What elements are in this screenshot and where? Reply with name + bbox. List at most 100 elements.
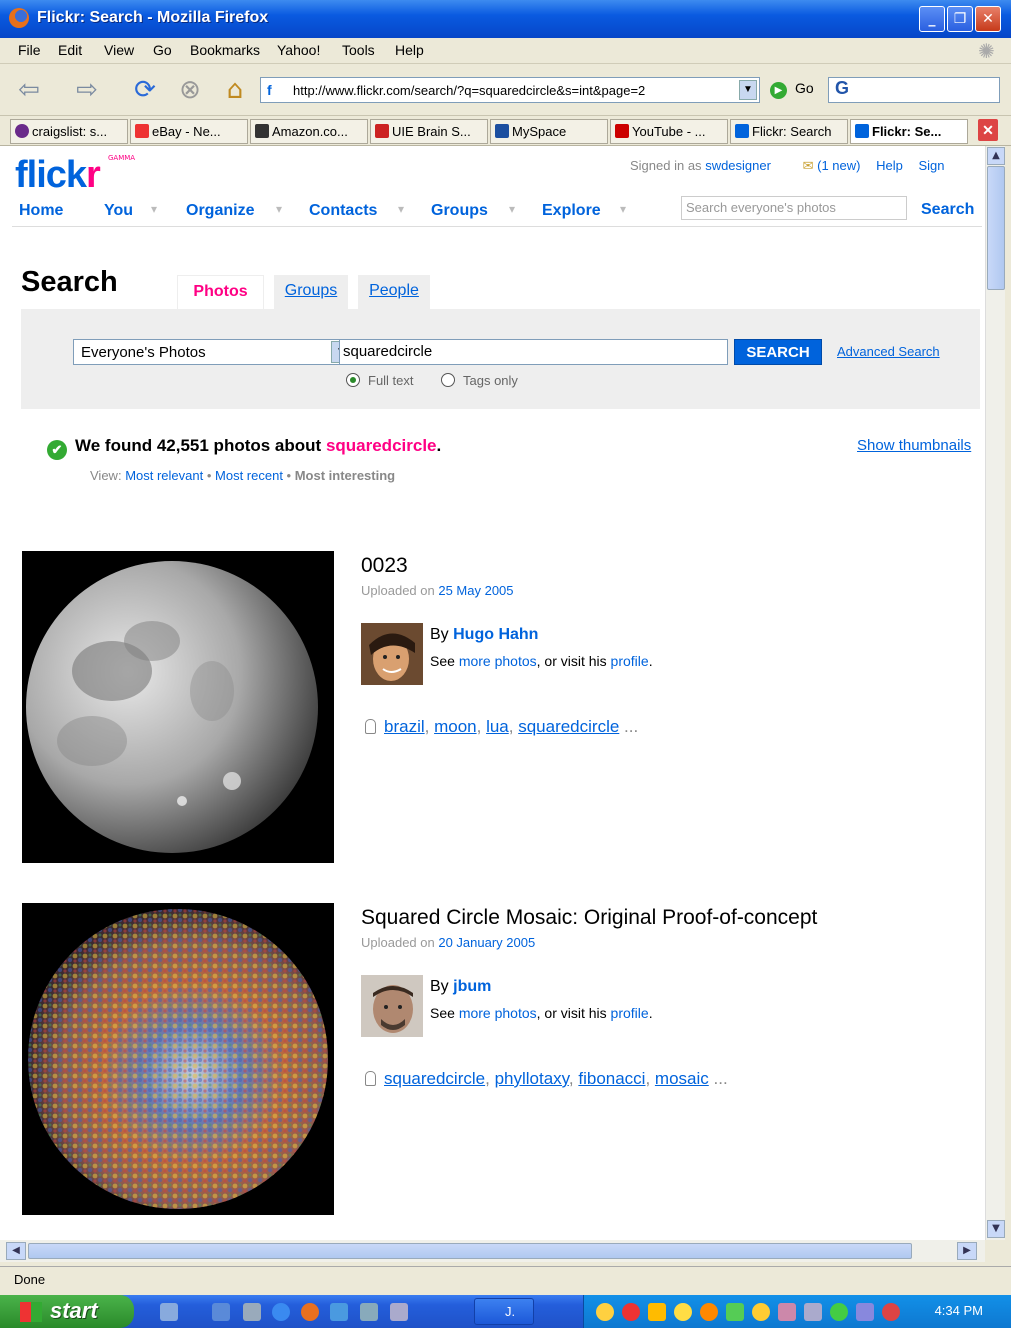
nav-organize[interactable]: Organize <box>186 202 254 220</box>
radio-tags-only[interactable]: Tags only <box>441 373 518 388</box>
tag-link[interactable]: squaredcircle <box>384 1069 485 1088</box>
bookmark-craigslist[interactable]: craigslist: s... <box>10 119 128 144</box>
back-icon[interactable]: ⇦ <box>14 76 44 106</box>
bookmark-youtube[interactable]: YouTube - ... <box>610 119 728 144</box>
reload-icon[interactable]: ⟳ <box>130 76 160 106</box>
flickr-logo[interactable]: flickr <box>15 154 101 197</box>
tray-icon[interactable] <box>726 1303 744 1321</box>
bookmark-uie[interactable]: UIE Brain S... <box>370 119 488 144</box>
horizontal-scrollbar[interactable]: ◀ ▶ <box>0 1240 985 1262</box>
tab-photos[interactable]: Photos <box>177 275 264 309</box>
nav-home[interactable]: Home <box>19 202 63 220</box>
new-mail-link[interactable]: (1 new) <box>817 158 860 173</box>
stop-icon[interactable]: ⊗ <box>175 76 205 106</box>
menu-go[interactable]: Go <box>153 42 172 58</box>
sign-out-link[interactable]: Sign <box>918 158 944 173</box>
profile-link[interactable]: profile <box>611 1005 649 1021</box>
scroll-right-icon[interactable]: ▶ <box>957 1242 977 1260</box>
tag-link[interactable]: fibonacci <box>578 1069 645 1088</box>
bookmark-ebay[interactable]: eBay - Ne... <box>130 119 248 144</box>
tray-icon[interactable] <box>778 1303 796 1321</box>
quicklaunch-icon[interactable] <box>212 1303 230 1321</box>
tag-link[interactable]: lua <box>486 717 509 736</box>
nav-groups[interactable]: Groups <box>431 202 488 220</box>
google-search-box[interactable]: G <box>828 77 1000 103</box>
chevron-down-icon[interactable]: ▾ <box>276 202 282 216</box>
maximize-button[interactable]: ❐ <box>947 6 973 32</box>
tag-link[interactable]: phyllotaxy <box>495 1069 569 1088</box>
menu-view[interactable]: View <box>104 42 134 58</box>
quicklaunch-icon[interactable] <box>160 1303 178 1321</box>
search-button[interactable]: SEARCH <box>734 339 822 365</box>
close-tab-icon[interactable]: ✕ <box>978 119 998 141</box>
photo-title[interactable]: 0023 <box>361 554 408 578</box>
quicklaunch-icon[interactable] <box>243 1303 261 1321</box>
chevron-down-icon[interactable]: ▼ <box>739 80 757 100</box>
tag-link[interactable]: moon <box>434 717 477 736</box>
menu-bookmarks[interactable]: Bookmarks <box>190 42 260 58</box>
start-button[interactable]: start <box>0 1295 134 1328</box>
photo-title[interactable]: Squared Circle Mosaic: Original Proof-of… <box>361 906 817 930</box>
search-scope-select[interactable]: Everyone's Photos▼ <box>73 339 353 365</box>
quicklaunch-icon[interactable] <box>390 1303 408 1321</box>
show-thumbnails-link[interactable]: Show thumbnails <box>857 437 971 454</box>
sort-most-recent[interactable]: Most recent <box>215 468 283 483</box>
photo-thumbnail[interactable] <box>22 903 334 1215</box>
bookmark-amazon[interactable]: Amazon.co... <box>250 119 368 144</box>
url-bar[interactable]: f http://www.flickr.com/search/?q=square… <box>260 77 760 103</box>
tab-flickr-active[interactable]: Flickr: Se... <box>850 119 968 144</box>
quicklaunch-icon[interactable] <box>330 1303 348 1321</box>
tab-groups[interactable]: Groups <box>274 275 348 309</box>
scroll-down-icon[interactable]: ▼ <box>987 1220 1005 1238</box>
tag-link[interactable]: mosaic <box>655 1069 709 1088</box>
author-link[interactable]: Hugo Hahn <box>453 626 538 643</box>
tray-icon[interactable] <box>882 1303 900 1321</box>
bookmark-myspace[interactable]: MySpace <box>490 119 608 144</box>
close-button[interactable]: ✕ <box>975 6 1001 32</box>
nav-you[interactable]: You <box>104 202 133 220</box>
scroll-up-icon[interactable]: ▲ <box>987 147 1005 165</box>
more-photos-link[interactable]: more photos <box>459 1005 537 1021</box>
menu-edit[interactable]: Edit <box>58 42 82 58</box>
date-link[interactable]: 25 May 2005 <box>438 583 513 598</box>
chevron-down-icon[interactable]: ▾ <box>509 202 515 216</box>
tray-icon[interactable] <box>648 1303 666 1321</box>
radio-full-text[interactable]: Full text <box>346 373 414 388</box>
ie-icon[interactable] <box>272 1303 290 1321</box>
nav-contacts[interactable]: Contacts <box>309 202 377 220</box>
forward-icon[interactable]: ⇨ <box>72 76 102 106</box>
home-icon[interactable]: ⌂ <box>220 76 250 106</box>
tray-icon[interactable] <box>804 1303 822 1321</box>
profile-link[interactable]: profile <box>611 653 649 669</box>
more-photos-link[interactable]: more photos <box>459 653 537 669</box>
tray-icon[interactable] <box>830 1303 848 1321</box>
photo-thumbnail[interactable] <box>22 551 334 863</box>
tray-icon[interactable] <box>856 1303 874 1321</box>
tab-flickr-search[interactable]: Flickr: Search <box>730 119 848 144</box>
global-search-button[interactable]: Search <box>921 201 974 219</box>
search-input[interactable]: squaredcircle <box>339 339 728 365</box>
global-search-input[interactable]: Search everyone's photos <box>681 196 907 220</box>
menu-help[interactable]: Help <box>395 42 424 58</box>
firefox-icon[interactable] <box>301 1303 319 1321</box>
menu-tools[interactable]: Tools <box>342 42 375 58</box>
author-link[interactable]: jbum <box>453 978 491 995</box>
tray-icon[interactable] <box>752 1303 770 1321</box>
scroll-thumb[interactable] <box>987 166 1005 290</box>
go-button[interactable]: ▶ Go <box>770 80 814 99</box>
chevron-down-icon[interactable]: ▾ <box>398 202 404 216</box>
tray-icon[interactable] <box>674 1303 692 1321</box>
minimize-button[interactable]: _ <box>919 6 945 32</box>
scroll-thumb[interactable] <box>28 1243 912 1259</box>
tray-icon[interactable] <box>596 1303 614 1321</box>
tag-link[interactable]: brazil <box>384 717 425 736</box>
date-link[interactable]: 20 January 2005 <box>438 935 535 950</box>
vertical-scrollbar[interactable]: ▲ ▼ <box>985 146 1005 1240</box>
quicklaunch-icon[interactable] <box>360 1303 378 1321</box>
taskbar-window-button[interactable]: J. <box>474 1298 534 1325</box>
nav-explore[interactable]: Explore <box>542 202 601 220</box>
tray-icon[interactable] <box>622 1303 640 1321</box>
tag-link[interactable]: squaredcircle <box>518 717 619 736</box>
avatar[interactable] <box>361 623 423 685</box>
advanced-search-link[interactable]: Advanced Search <box>837 344 940 359</box>
